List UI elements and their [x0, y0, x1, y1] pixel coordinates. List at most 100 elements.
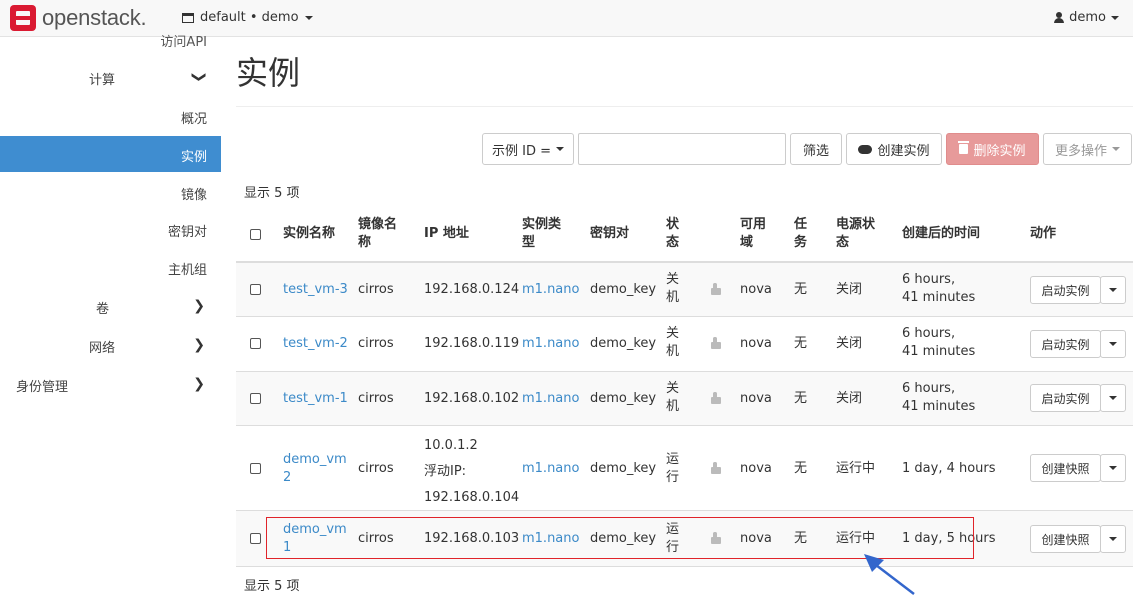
sidebar-item-overview[interactable]: 概况 — [0, 98, 221, 134]
ip-address: 10.0.1.2 浮动IP: 192.168.0.104 — [424, 433, 519, 511]
select-all-checkbox[interactable] — [250, 229, 261, 240]
row-checkbox[interactable] — [250, 463, 261, 474]
task: 无 — [794, 391, 808, 406]
sidebar-item-compute[interactable]: 计算 ❯ — [0, 59, 221, 95]
instance-name-link[interactable]: test_vm-1 — [283, 390, 348, 408]
chevron-down-icon: ❯ — [191, 71, 208, 83]
chevron-down-icon — [1109, 466, 1117, 470]
sidebar-item-label: 网络 — [89, 341, 116, 356]
ip-line3: 192.168.0.104 — [424, 490, 520, 505]
sidebar-item-label: 概况 — [180, 112, 207, 127]
task: 无 — [794, 282, 808, 297]
header-task[interactable]: 任 务 — [794, 216, 807, 252]
instance-name-link[interactable]: test_vm-2 — [283, 335, 348, 353]
sidebar-item-label: 实例 — [180, 150, 207, 165]
user-icon — [1054, 12, 1065, 23]
instance-name-line1: demo_vm — [283, 452, 347, 467]
sidebar-item-instances[interactable]: 实例 — [0, 136, 221, 172]
header-age[interactable]: 创建后的时间 — [902, 225, 980, 243]
annotation-arrow-icon — [864, 554, 915, 595]
row-checkbox[interactable] — [250, 393, 261, 404]
row-checkbox[interactable] — [250, 338, 261, 349]
page-title: 实例 — [236, 54, 301, 92]
flavor-link[interactable]: m1.nano — [522, 335, 579, 353]
chevron-right-icon: ❯ — [193, 376, 205, 392]
sidebar-item-api-access[interactable]: 访问API — [160, 31, 207, 50]
sidebar-item-label: 卷 — [96, 302, 110, 317]
sidebar-item-volumes[interactable]: 卷 ❯ — [0, 288, 221, 324]
header-image-line2: 称 — [358, 235, 372, 250]
availability-zone: nova — [740, 461, 772, 476]
row-action-dropdown[interactable] — [1100, 454, 1126, 482]
divider — [236, 106, 1133, 107]
header-status-line1: 状 — [666, 217, 680, 232]
header-keypair[interactable]: 密钥对 — [590, 225, 629, 243]
instance-name-link[interactable]: demo_vm 2 — [283, 451, 347, 487]
user-menu[interactable]: demo — [1054, 10, 1119, 25]
status-line2: 机 — [666, 399, 680, 414]
sidebar-item-identity[interactable]: 身份管理 ❯ — [0, 366, 221, 402]
status: 关 机 — [666, 271, 679, 307]
image-name: cirros — [358, 282, 394, 297]
row-action-button[interactable]: 启动实例 — [1030, 384, 1101, 412]
header-az[interactable]: 可用 域 — [740, 216, 766, 252]
project-selector[interactable]: default • demo — [182, 10, 313, 25]
header-ip[interactable]: IP 地址 — [424, 225, 469, 243]
sidebar-item-server-groups[interactable]: 主机组 — [0, 249, 221, 285]
sidebar-item-images[interactable]: 镜像 — [0, 174, 221, 210]
key-pair: demo_key — [590, 391, 657, 406]
sidebar-item-label: 主机组 — [167, 263, 207, 278]
chevron-down-icon — [1109, 537, 1117, 541]
row-action-button[interactable]: 创建快照 — [1030, 525, 1101, 553]
more-actions-button[interactable]: 更多操作 — [1043, 133, 1132, 165]
header-image[interactable]: 镜像名 称 — [358, 216, 397, 252]
sidebar-item-network[interactable]: 网络 ❯ — [0, 327, 221, 363]
status-line1: 关 — [666, 381, 680, 396]
row-action-button[interactable]: 启动实例 — [1030, 276, 1101, 304]
row-action-dropdown[interactable] — [1100, 276, 1126, 304]
chevron-down-icon — [556, 147, 564, 151]
flavor-link[interactable]: m1.nano — [522, 390, 579, 408]
sidebar-item-label: 镜像 — [180, 188, 207, 203]
row-action-dropdown[interactable] — [1100, 525, 1126, 553]
status-line2: 机 — [666, 290, 680, 305]
header-name[interactable]: 实例名称 — [283, 225, 335, 243]
flavor-link[interactable]: m1.nano — [522, 281, 579, 299]
age-line2: 41 minutes — [902, 290, 976, 305]
openstack-logo[interactable]: openstack. — [10, 5, 147, 31]
sidebar-item-label: 身份管理 — [16, 380, 69, 395]
age: 6 hours, 41 minutes — [902, 380, 975, 416]
chevron-down-icon — [1109, 288, 1117, 292]
header-power[interactable]: 电源状 态 — [836, 216, 875, 252]
header-flavor[interactable]: 实例类 型 — [522, 216, 561, 252]
sidebar-item-key-pairs[interactable]: 密钥对 — [0, 211, 221, 247]
more-actions-label: 更多操作 — [1054, 143, 1107, 159]
age-line2: 41 minutes — [902, 399, 976, 414]
row-action-dropdown[interactable] — [1100, 384, 1126, 412]
status: 运 行 — [666, 451, 679, 487]
cloud-upload-icon — [858, 144, 873, 154]
row-action-button[interactable]: 启动实例 — [1030, 330, 1101, 358]
header-az-line2: 域 — [740, 235, 754, 250]
ip-address: 192.168.0.119 — [424, 336, 520, 351]
sidebar-item-label: 密钥对 — [167, 225, 207, 240]
create-instance-button[interactable]: 创建实例 — [846, 133, 942, 165]
status-line1: 运 — [666, 452, 680, 467]
delete-instances-button[interactable]: 删除实例 — [946, 133, 1039, 165]
flavor-link[interactable]: m1.nano — [522, 460, 579, 478]
row-checkbox[interactable] — [250, 284, 261, 295]
header-status[interactable]: 状 态 — [666, 216, 679, 252]
filter-input[interactable] — [578, 133, 786, 165]
power-state: 运行中 — [836, 461, 876, 476]
instance-name-link[interactable]: test_vm-3 — [283, 281, 348, 299]
chevron-right-icon: ❯ — [193, 337, 205, 353]
row-checkbox[interactable] — [250, 533, 261, 544]
row-action-button[interactable]: 创建快照 — [1030, 454, 1101, 482]
age: 1 day, 4 hours — [902, 461, 996, 476]
chevron-down-icon — [1111, 15, 1119, 20]
filter-field-select[interactable]: 示例 ID = — [482, 133, 574, 165]
filter-button[interactable]: 筛选 — [790, 133, 842, 165]
lock-icon — [711, 392, 721, 404]
availability-zone: nova — [740, 282, 772, 297]
row-action-dropdown[interactable] — [1100, 330, 1126, 358]
